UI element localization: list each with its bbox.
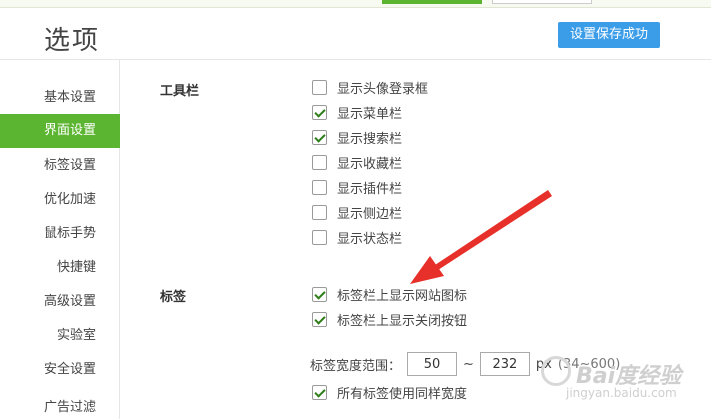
checkbox-checked[interactable] [312, 104, 327, 120]
sidebar-item-speedup[interactable]: 优化加速 [0, 183, 120, 217]
baidu-paw-icon [541, 356, 571, 386]
option-side-bar[interactable]: 显示侧边栏 [312, 203, 403, 222]
header: 选项 设置保存成功 [0, 8, 711, 60]
checkbox[interactable] [312, 179, 327, 195]
tab-width-max-input[interactable] [479, 352, 530, 376]
tab-width-label: 标签宽度范围： [310, 358, 402, 374]
tabs-section-title: 标签 [160, 290, 187, 305]
range-separator: ~ [463, 356, 474, 372]
option-label: 显示状态栏 [337, 231, 403, 247]
option-label: 显示收藏栏 [337, 156, 403, 172]
checkbox[interactable] [312, 229, 327, 245]
checkbox[interactable] [312, 79, 327, 95]
option-label: 显示搜索栏 [337, 131, 403, 147]
checkbox-checked[interactable] [312, 286, 327, 302]
sidebar-item-advanced[interactable]: 高级设置 [0, 285, 120, 319]
sidebar: 基本设置 界面设置 标签设置 优化加速 鼠标手势 快捷键 高级设置 实验室 安全… [0, 60, 120, 419]
tab-width-range-row: 标签宽度范围： ~ px (34~600) [310, 352, 620, 376]
option-label: 显示菜单栏 [337, 106, 403, 122]
option-label: 标签栏上显示网站图标 [337, 288, 468, 304]
top-strip [0, 0, 711, 8]
option-label: 显示头像登录框 [337, 81, 429, 97]
sidebar-item-basic[interactable]: 基本设置 [0, 81, 120, 115]
option-avatar-login[interactable]: 显示头像登录框 [312, 78, 429, 97]
option-favorites-bar[interactable]: 显示收藏栏 [312, 153, 403, 172]
sidebar-item-interface[interactable]: 界面设置 [0, 114, 120, 148]
option-label: 标签栏上显示关闭按钮 [337, 313, 468, 329]
option-search-bar[interactable]: 显示搜索栏 [312, 128, 403, 147]
checkbox-checked[interactable] [312, 311, 327, 327]
checkbox[interactable] [312, 204, 327, 220]
tab-width-min-input[interactable] [407, 352, 458, 376]
top-tab-active[interactable] [382, 0, 482, 4]
option-tab-close-button[interactable]: 标签栏上显示关闭按钮 [312, 310, 468, 329]
option-status-bar[interactable]: 显示状态栏 [312, 228, 403, 247]
option-label: 显示插件栏 [337, 181, 403, 197]
save-success-toast: 设置保存成功 [558, 22, 660, 48]
option-plugin-bar[interactable]: 显示插件栏 [312, 178, 403, 197]
sidebar-item-tabs[interactable]: 标签设置 [0, 149, 120, 183]
sidebar-item-gestures[interactable]: 鼠标手势 [0, 217, 120, 251]
option-same-width[interactable]: 所有标签使用同样宽度 [312, 383, 468, 402]
watermark-url: jingyan.baidu.com [566, 386, 677, 400]
checkbox[interactable] [312, 154, 327, 170]
option-label: 所有标签使用同样宽度 [337, 386, 468, 402]
option-menu-bar[interactable]: 显示菜单栏 [312, 103, 403, 122]
toolbar-section-title: 工具栏 [160, 84, 200, 99]
sidebar-item-adblock[interactable]: 广告过滤 [0, 391, 120, 419]
option-label: 显示侧边栏 [337, 206, 403, 222]
option-tab-favicon[interactable]: 标签栏上显示网站图标 [312, 285, 468, 304]
page-title: 选项 [44, 26, 101, 56]
sidebar-item-security[interactable]: 安全设置 [0, 353, 120, 387]
checkbox-checked[interactable] [312, 384, 327, 400]
sidebar-item-labs[interactable]: 实验室 [0, 319, 120, 353]
checkbox-checked[interactable] [312, 129, 327, 145]
top-tab[interactable] [492, 0, 592, 4]
sidebar-item-shortcuts[interactable]: 快捷键 [0, 251, 120, 285]
